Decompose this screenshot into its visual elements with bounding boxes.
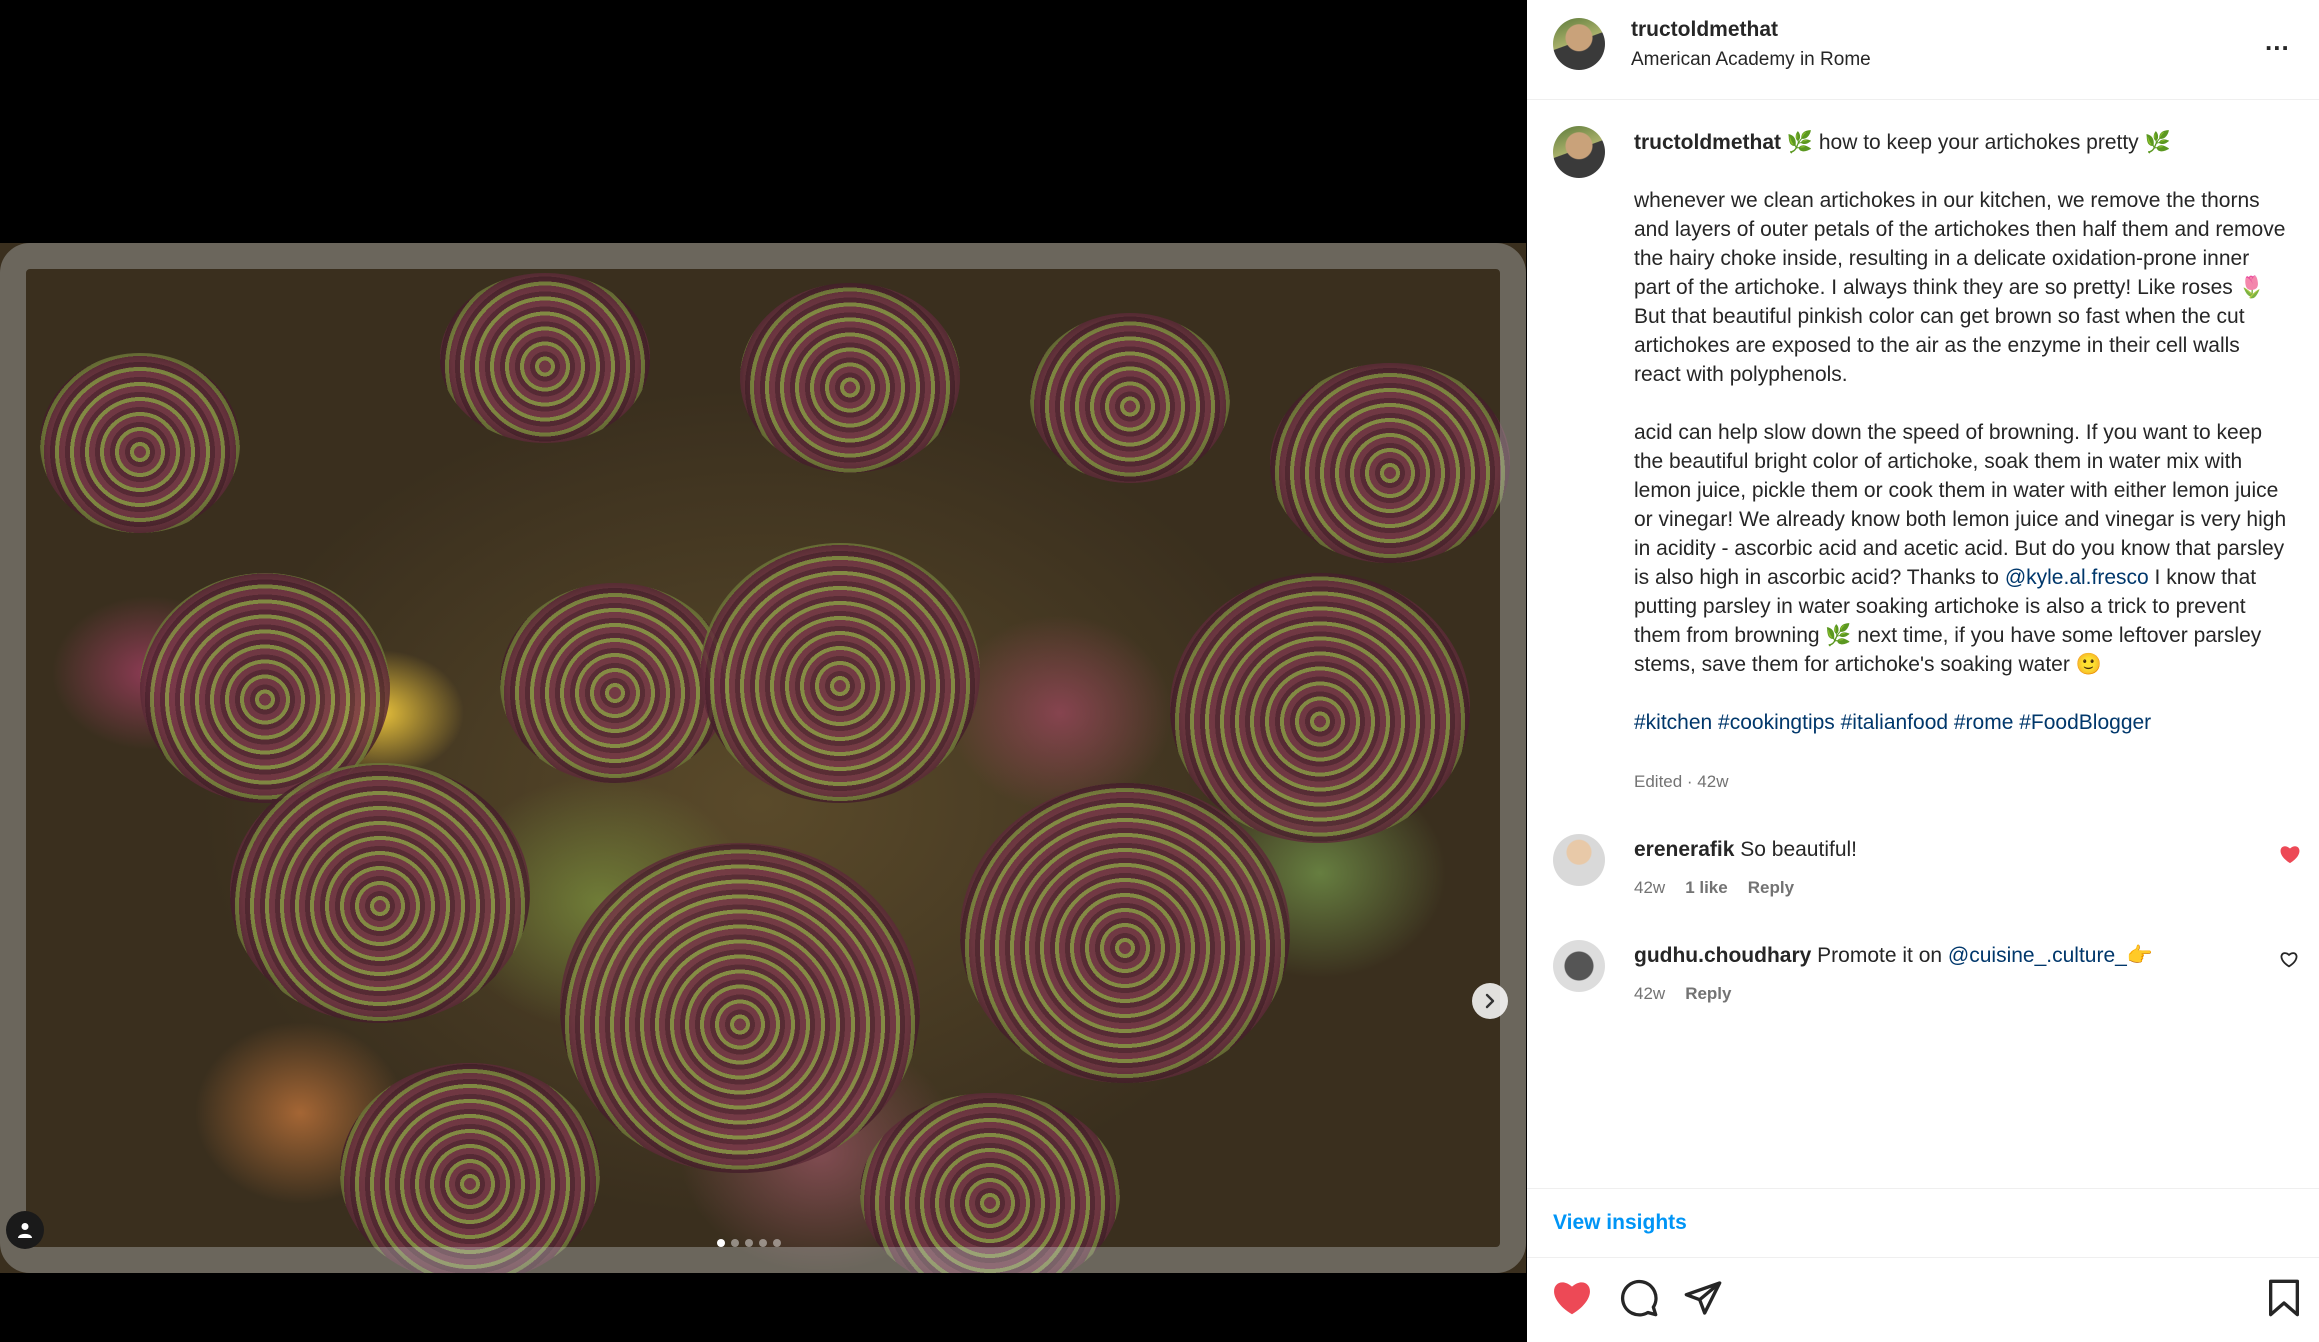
caption-paragraph-1: whenever we clean artichokes in our kitc… [1634, 186, 2289, 389]
caption-username[interactable]: tructoldmethat [1634, 131, 1781, 154]
mention-link[interactable]: @cuisine_.culture_ [1948, 944, 2127, 967]
commenter-avatar[interactable] [1553, 940, 1605, 992]
mention-link[interactable]: @kyle.al.fresco [2005, 566, 2149, 589]
heart-outline-icon [2280, 952, 2298, 968]
artichoke-shape [1030, 313, 1230, 483]
comment-button[interactable] [1619, 1278, 1659, 1323]
artichoke-shape [860, 1093, 1120, 1273]
caption-title: how to keep your artichokes pretty [1818, 131, 2139, 154]
comment-text: erenerafik So beautiful! [1634, 836, 1857, 864]
author-username[interactable]: tructoldmethat [1631, 18, 1778, 42]
artichoke-shape [230, 763, 530, 1023]
leaf-emoji: 🌿 [1786, 131, 1813, 154]
commenter-username[interactable]: erenerafik [1634, 838, 1734, 861]
post-side-panel: tructoldmethat American Academy in Rome … [1527, 0, 2319, 1342]
comment-reply-button[interactable]: Reply [1685, 984, 1731, 1004]
author-avatar[interactable] [1553, 18, 1605, 70]
view-insights-link[interactable]: View insights [1553, 1211, 1687, 1235]
heart-filled-icon [2280, 846, 2300, 864]
artichoke-shape [560, 843, 920, 1173]
save-button[interactable] [2267, 1278, 2301, 1323]
media-viewer [0, 0, 1526, 1342]
comment-like-button[interactable] [2279, 844, 2301, 869]
carousel-dot [773, 1239, 781, 1247]
post-photo[interactable] [0, 243, 1526, 1273]
bookmark-icon [2269, 1279, 2299, 1317]
artichoke-shape [1170, 573, 1470, 843]
artichoke-shape [1270, 363, 1510, 563]
caption-author-avatar[interactable] [1553, 126, 1605, 178]
heart-filled-icon [1554, 1282, 1590, 1315]
carousel-dot-active [717, 1239, 725, 1247]
comment-meta: 42w 1 like Reply [1634, 878, 1794, 898]
leaf-emoji: 🌿 [2144, 131, 2171, 154]
artichoke-shape [960, 783, 1290, 1083]
comment-reply-button[interactable]: Reply [1748, 878, 1794, 898]
tagged-people-button[interactable] [6, 1211, 44, 1249]
caption-text: whenever we clean artichokes in our kitc… [1634, 189, 2286, 299]
next-slide-button[interactable] [1472, 983, 1508, 1019]
chevron-right-icon [1485, 993, 1495, 1009]
more-options-button[interactable]: ... [2265, 26, 2290, 57]
paper-plane-icon [1684, 1281, 1722, 1315]
artichoke-shape [40, 353, 240, 533]
comment-meta: 42w Reply [1634, 984, 1731, 1004]
post-actions [1527, 1260, 2319, 1342]
artichoke-shape [340, 1063, 600, 1273]
caption-hashtags[interactable]: #kitchen #cookingtips #italianfood #rome… [1634, 708, 2289, 737]
caption-paragraph-2: acid can help slow down the speed of bro… [1634, 418, 2289, 679]
rose-emoji: 🌷 [2238, 276, 2265, 299]
insights-bar: View insights [1527, 1188, 2319, 1258]
artichoke-shape [500, 583, 730, 783]
comment-time: 42w [1634, 984, 1666, 1003]
artichoke-shape [700, 543, 980, 803]
carousel-indicator [717, 1239, 781, 1247]
comment-bubble-icon [1621, 1279, 1658, 1317]
caption-title-line: tructoldmethat 🌿 how to keep your artich… [1634, 128, 2289, 157]
like-button[interactable] [1551, 1278, 1593, 1321]
comment-like-button[interactable] [2279, 950, 2299, 973]
share-button[interactable] [1683, 1278, 1723, 1323]
comment-time: 42w [1634, 878, 1666, 897]
smile-emoji: 🙂 [2075, 653, 2102, 676]
more-horizontal-icon: ... [2265, 26, 2290, 56]
pointing-hand-emoji: 👉 [2126, 944, 2153, 967]
commenter-avatar[interactable] [1553, 834, 1605, 886]
person-icon [18, 1223, 32, 1238]
leaf-emoji: 🌿 [1825, 624, 1852, 647]
comment-likes[interactable]: 1 like [1685, 878, 1728, 898]
comment-body: So beautiful! [1740, 838, 1858, 861]
commenter-username[interactable]: gudhu.choudhary [1634, 944, 1811, 967]
post-location[interactable]: American Academy in Rome [1631, 49, 1871, 71]
caption-text: acid can help slow down the speed of bro… [1634, 421, 2287, 589]
carousel-dot [731, 1239, 739, 1247]
comment-body: Promote it on [1817, 944, 1943, 967]
comment-text: gudhu.choudhary Promote it on @cuisine_.… [1634, 942, 2153, 970]
edited-timestamp: Edited · 42w [1634, 772, 1729, 791]
artichoke-shape [740, 283, 960, 473]
carousel-dot [759, 1239, 767, 1247]
post-caption: tructoldmethat 🌿 how to keep your artich… [1634, 128, 2289, 737]
artichoke-shape [440, 273, 650, 443]
post-header: tructoldmethat American Academy in Rome … [1527, 0, 2319, 100]
carousel-dot [745, 1239, 753, 1247]
caption-text: But that beautiful pinkish color can get… [1634, 305, 2245, 386]
